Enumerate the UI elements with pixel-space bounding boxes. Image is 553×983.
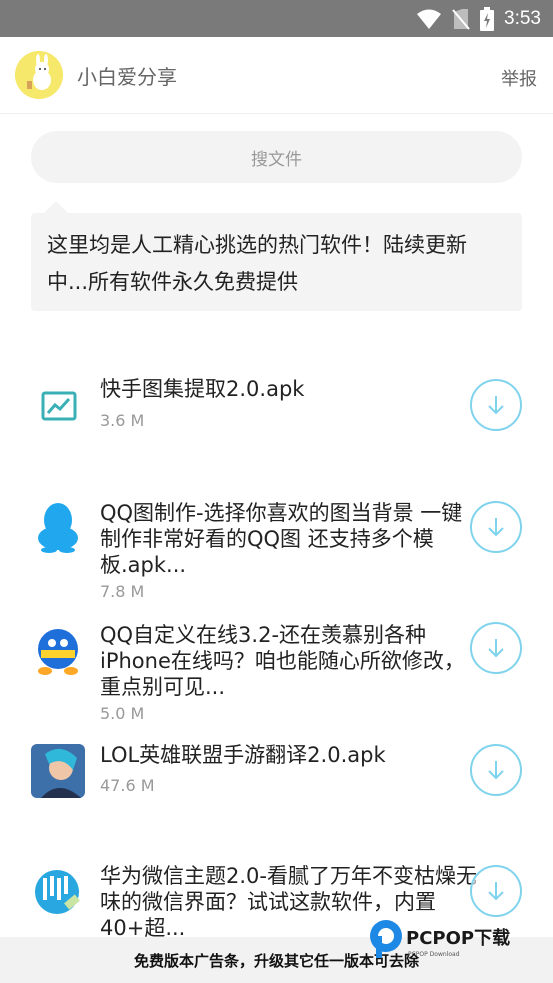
download-button[interactable]	[470, 744, 522, 796]
status-bar: 3:53	[0, 0, 553, 37]
notice-arrow	[44, 201, 68, 213]
chart-icon	[31, 380, 85, 434]
search-label: 搜文件	[251, 149, 302, 170]
download-icon	[488, 639, 504, 658]
search-input[interactable]: 搜文件	[31, 131, 522, 183]
download-icon	[488, 882, 504, 901]
list-item[interactable]: 快手图集提取2.0.apk 3.6 M	[0, 368, 553, 448]
file-name: QQ自定义在线3.2-还在羡慕别各种iPhone在线吗？咱也能随心所欲修改，重点…	[100, 623, 465, 699]
avatar[interactable]	[15, 51, 63, 99]
download-button[interactable]	[470, 501, 522, 553]
file-name: LOL英雄联盟手游翻译2.0.apk	[100, 743, 386, 767]
qq-custom-icon	[31, 624, 85, 678]
file-name: QQ图制作-选择你喜欢的图当背景 一键制作非常好看的QQ图 还支持多个模板.ap…	[100, 501, 463, 577]
watermark-logo: PCPOP下载 PCPOP Download	[368, 914, 538, 962]
file-size: 3.6 M	[100, 411, 145, 430]
bunny-avatar-icon	[15, 51, 63, 99]
download-button[interactable]	[470, 865, 522, 917]
svg-text:PCPOP Download: PCPOP Download	[408, 951, 460, 958]
file-size: 47.6 M	[100, 776, 155, 795]
status-time: 3:53	[504, 8, 541, 29]
header: 小白爱分享 举报	[0, 37, 553, 114]
notice-text: 这里均是人工精心挑选的热门软件！陆续更新中...所有软件永久免费提供	[31, 213, 522, 311]
theme-icon	[31, 866, 85, 920]
file-size: 7.8 M	[100, 582, 145, 601]
wifi-icon	[417, 9, 442, 29]
download-icon	[488, 518, 504, 537]
download-button[interactable]	[470, 622, 522, 674]
lol-hero-icon	[31, 744, 85, 798]
download-button[interactable]	[470, 379, 522, 431]
download-icon	[488, 396, 504, 415]
list-item[interactable]: QQ自定义在线3.2-还在羡慕别各种iPhone在线吗？咱也能随心所欲修改，重点…	[0, 618, 553, 728]
qq-penguin-icon	[31, 500, 85, 554]
no-sim-icon	[452, 9, 470, 30]
list-item[interactable]: LOL英雄联盟手游翻译2.0.apk 47.6 M	[0, 740, 553, 810]
file-name: 快手图集提取2.0.apk	[100, 377, 305, 401]
svg-text:PCPOP下载: PCPOP下载	[406, 927, 510, 949]
report-button[interactable]: 举报	[501, 65, 537, 91]
battery-charging-icon	[480, 7, 495, 31]
download-icon	[488, 761, 504, 780]
channel-name: 小白爱分享	[77, 65, 177, 89]
file-size: 5.0 M	[100, 704, 145, 723]
list-item[interactable]: QQ图制作-选择你喜欢的图当背景 一键制作非常好看的QQ图 还支持多个模板.ap…	[0, 496, 553, 606]
status-icons: 3:53	[416, 6, 541, 32]
